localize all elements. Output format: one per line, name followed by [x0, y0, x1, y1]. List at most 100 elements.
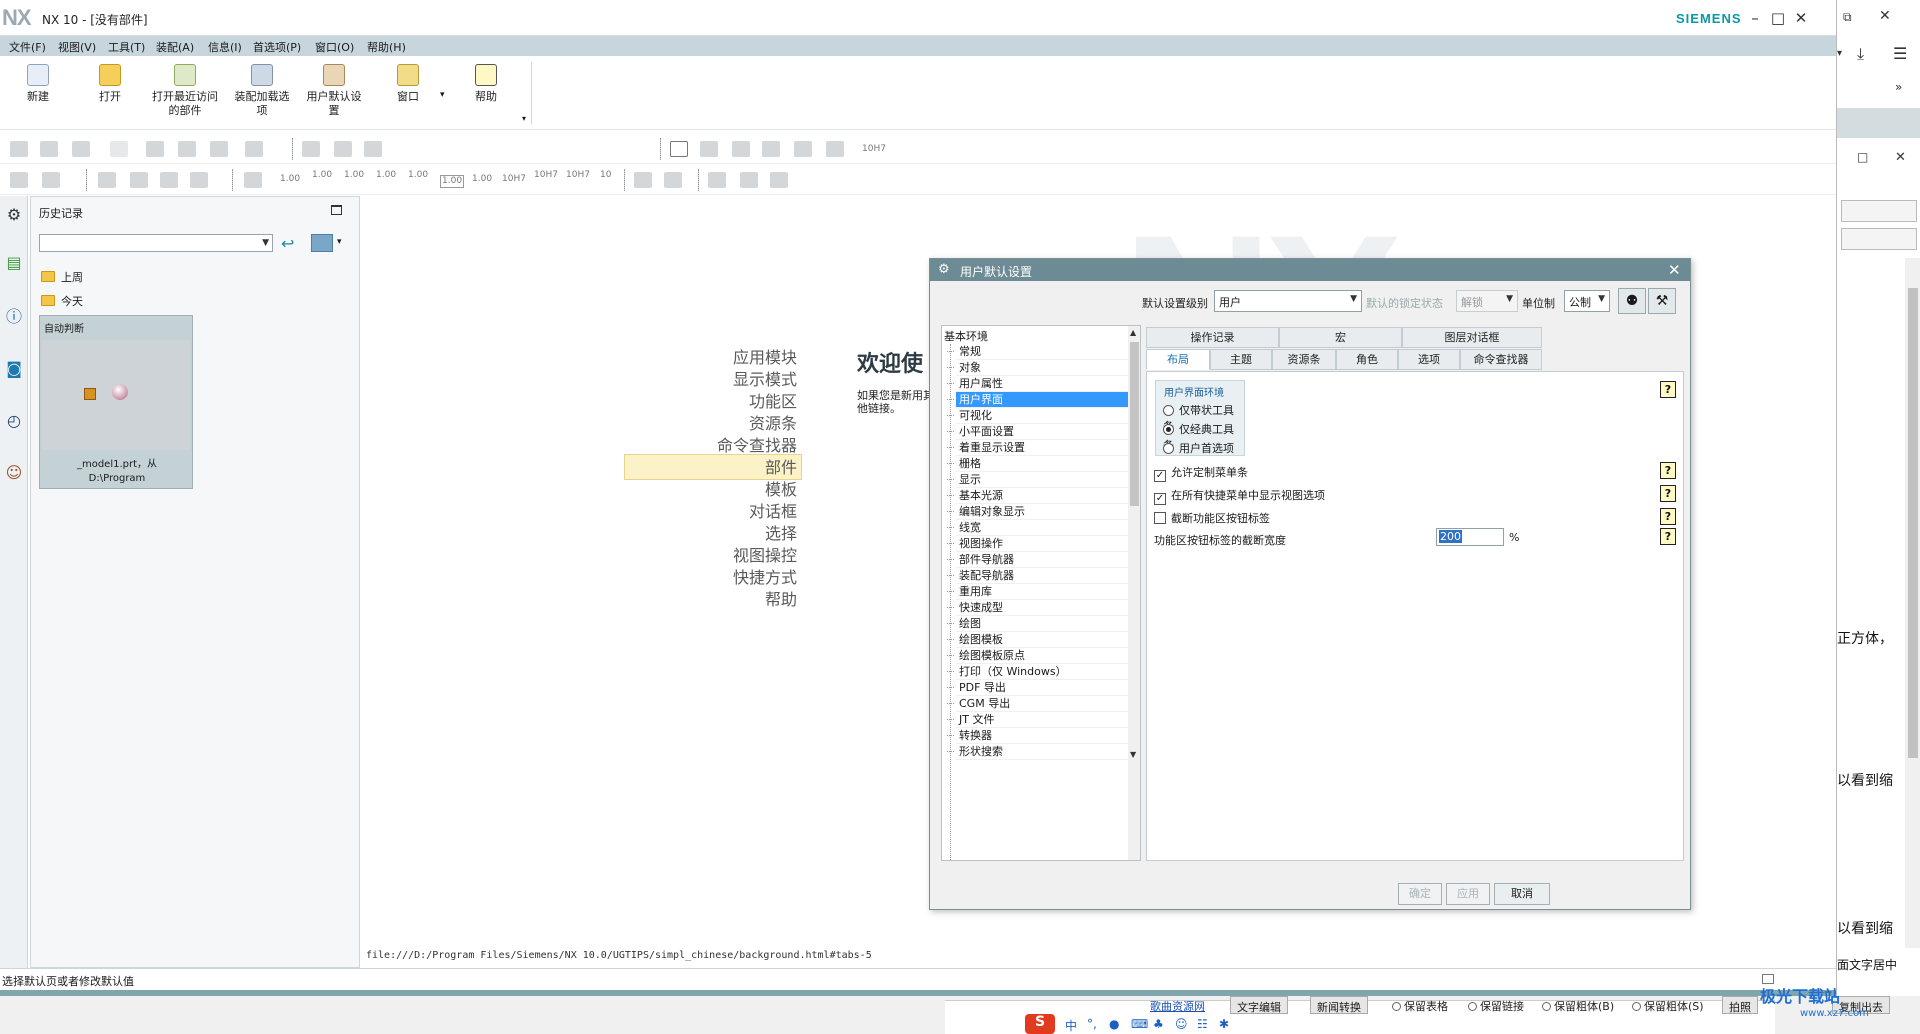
- diameter-icon[interactable]: [708, 172, 726, 188]
- keep-bold-b-option[interactable]: 保留粗体(B): [1542, 998, 1614, 1014]
- tab-macro[interactable]: 宏: [1279, 327, 1402, 348]
- tree-item[interactable]: 常规: [947, 344, 1128, 360]
- fit-format-2[interactable]: 10H7: [534, 171, 558, 180]
- maximize-panel-icon[interactable]: [331, 205, 342, 215]
- offset-icon[interactable]: [364, 141, 382, 157]
- photo-button[interactable]: 拍照: [1722, 996, 1758, 1014]
- browser-input[interactable]: [1841, 200, 1917, 222]
- help-button[interactable]: 帮助: [466, 64, 506, 104]
- tree-item[interactable]: 栅格: [947, 456, 1128, 472]
- info-icon[interactable]: ⓘ: [3, 306, 25, 328]
- note-icon[interactable]: [794, 141, 812, 157]
- maximize-button[interactable]: □: [1768, 8, 1788, 28]
- new-button[interactable]: 新建: [18, 64, 58, 104]
- sogou-ime-logo[interactable]: S: [1025, 1014, 1055, 1034]
- tree-item[interactable]: 部件导航器: [947, 552, 1128, 568]
- apply-button[interactable]: 应用: [1446, 883, 1490, 905]
- tree-scrollbar[interactable]: ▲ ▼: [1128, 326, 1140, 860]
- settings-icon[interactable]: ✱: [1219, 1017, 1229, 1031]
- tree-item[interactable]: 转换器: [947, 728, 1128, 744]
- tree-item[interactable]: 绘图: [947, 616, 1128, 632]
- tab-theme[interactable]: 主题: [1210, 349, 1272, 370]
- tree-item[interactable]: 视图操作: [947, 536, 1128, 552]
- nav-link[interactable]: 功能区: [749, 388, 797, 412]
- nav-link[interactable]: 视图操控: [733, 542, 797, 566]
- tree-item[interactable]: 快速成型: [947, 600, 1128, 616]
- keep-table-option[interactable]: 保留表格: [1392, 998, 1448, 1014]
- tree-item[interactable]: PDF 导出: [947, 680, 1128, 696]
- close-icon[interactable]: ✕: [1895, 150, 1906, 165]
- nav-link-selected[interactable]: 命令查找器: [717, 432, 797, 456]
- tree-item[interactable]: CGM 导出: [947, 696, 1128, 712]
- tree-item-selected[interactable]: 用户界面: [947, 392, 1128, 408]
- view-mode-dropdown-icon[interactable]: ▾: [337, 237, 342, 247]
- minimize-button[interactable]: –: [1745, 8, 1765, 28]
- menu-window[interactable]: 窗口(O): [315, 39, 354, 55]
- fit-format-1[interactable]: 10H7: [502, 175, 526, 184]
- dialog-title-bar[interactable]: ⚙ 用户默认设置 ✕: [930, 259, 1690, 281]
- help-button[interactable]: ?: [1660, 528, 1676, 545]
- tolerance-text[interactable]: 10H7: [862, 145, 886, 154]
- component-icon[interactable]: [130, 172, 148, 188]
- tree-item[interactable]: 小平面设置: [947, 424, 1128, 440]
- tree-item[interactable]: 线宽: [947, 520, 1128, 536]
- more-icon[interactable]: »: [1895, 80, 1902, 94]
- ime-lang-toggle[interactable]: 中: [1065, 1017, 1077, 1034]
- restore-icon[interactable]: □: [1857, 150, 1868, 164]
- trim-icon[interactable]: [302, 141, 320, 157]
- tab-command-finder[interactable]: 命令查找器: [1460, 349, 1542, 370]
- menu-help[interactable]: 帮助(H): [367, 39, 406, 55]
- menu-info[interactable]: 信息(I): [208, 39, 242, 55]
- roles-icon[interactable]: ☺: [3, 462, 25, 484]
- decimal-format-4[interactable]: 1.00: [376, 171, 396, 180]
- help-button[interactable]: ?: [1660, 508, 1676, 525]
- keep-bold-s-option[interactable]: 保留粗体(S): [1632, 998, 1704, 1014]
- tab-operation-log[interactable]: 操作记录: [1146, 327, 1279, 348]
- scrollbar-thumb[interactable]: [1908, 288, 1918, 758]
- decimal-format-6[interactable]: 1.00: [440, 175, 465, 188]
- tree-item[interactable]: 重用库: [947, 584, 1128, 600]
- download-icon[interactable]: ⤓: [1857, 44, 1864, 64]
- menu-preferences[interactable]: 首选项(P): [253, 39, 301, 55]
- help-button[interactable]: ?: [1660, 462, 1676, 479]
- table-icon[interactable]: [700, 141, 718, 157]
- punctuation-icon[interactable]: °,: [1087, 1017, 1097, 1031]
- nav-link[interactable]: 对话框: [749, 498, 797, 522]
- fit-format-3[interactable]: 10H7: [566, 171, 590, 180]
- recent-parts-button[interactable]: 打开最近访问的部件: [148, 64, 222, 118]
- nav-link[interactable]: 资源条: [749, 410, 797, 434]
- help-button[interactable]: ?: [1660, 381, 1676, 398]
- tree-item[interactable]: 着重显示设置: [947, 440, 1128, 456]
- manage-defaults-button[interactable]: ⚒: [1648, 288, 1676, 314]
- tab-layer-dialog[interactable]: 图层对话框: [1402, 327, 1542, 348]
- microphone-icon[interactable]: ●: [1109, 1017, 1119, 1031]
- split-icon[interactable]: [334, 141, 352, 157]
- datum-icon[interactable]: [826, 141, 844, 157]
- lock-select[interactable]: 解锁 ▼: [1456, 290, 1518, 312]
- skin-icon[interactable]: ♣: [1153, 1017, 1164, 1031]
- decimal-format-5[interactable]: 1.00: [408, 171, 428, 180]
- close-button[interactable]: ✕: [1791, 8, 1811, 28]
- source-link[interactable]: 歌曲资源网: [1150, 998, 1205, 1014]
- history-part-card[interactable]: 自动判断 _model1.prt，从 D:\Program: [39, 315, 193, 489]
- analysis-icon[interactable]: [10, 172, 28, 188]
- layer-icon[interactable]: [160, 172, 178, 188]
- history-view-mode-icon[interactable]: [311, 234, 333, 252]
- tree-item[interactable]: 绘图模板: [947, 632, 1128, 648]
- decimal-format-3[interactable]: 1.00: [344, 171, 364, 180]
- blend-icon[interactable]: [146, 141, 164, 157]
- tab-role[interactable]: 角色: [1336, 349, 1398, 370]
- history-clock-icon[interactable]: ◴: [3, 410, 25, 432]
- chevron-down-icon[interactable]: ▾: [1837, 48, 1842, 59]
- nav-link[interactable]: 快捷方式: [733, 564, 797, 588]
- dialog-close-button[interactable]: ✕: [1668, 261, 1681, 279]
- check-show-view-options[interactable]: ✓ 在所有快捷菜单中显示视图选项: [1154, 487, 1325, 505]
- ribbon-expand-icon[interactable]: ▾: [522, 114, 526, 123]
- find-defaults-button[interactable]: ⚉: [1618, 288, 1646, 314]
- check-icon[interactable]: [98, 172, 116, 188]
- dimension-icon[interactable]: [762, 141, 780, 157]
- grid-icon[interactable]: [732, 141, 750, 157]
- fit-format-4[interactable]: 10: [600, 171, 611, 180]
- menu-tools[interactable]: 工具(T): [108, 39, 145, 55]
- open-button[interactable]: 打开: [90, 64, 130, 104]
